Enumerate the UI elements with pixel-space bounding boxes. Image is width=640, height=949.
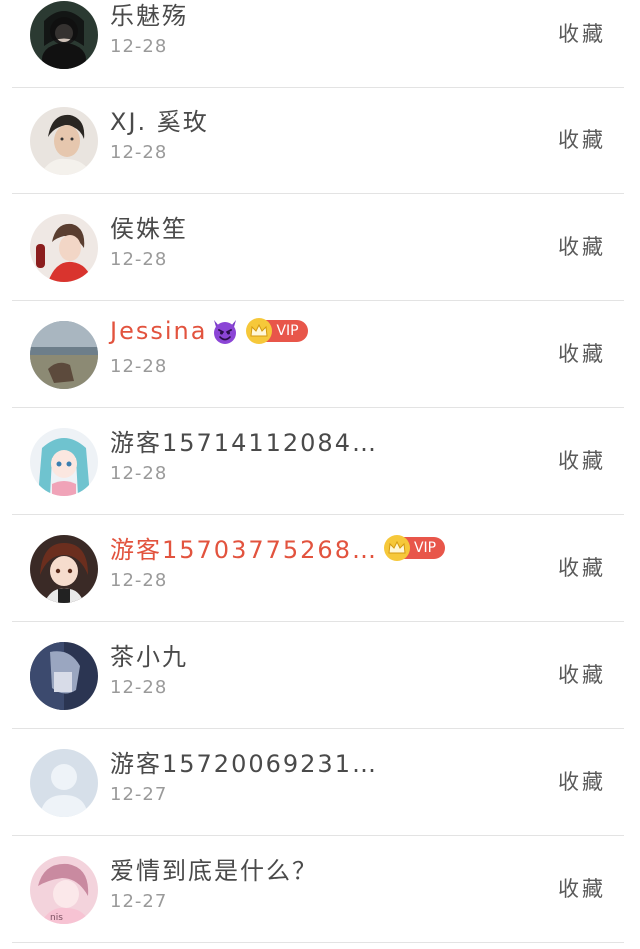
favorite-button[interactable]: 收藏 <box>558 873 606 903</box>
avatar[interactable] <box>30 107 98 175</box>
smiling-devil-icon <box>210 316 240 346</box>
date: 12-28 <box>110 142 168 163</box>
divider <box>12 942 624 943</box>
date: 12-28 <box>110 249 168 270</box>
user-name: 茶小九 <box>110 643 188 671</box>
avatar[interactable] <box>30 642 98 710</box>
favorite-button[interactable]: 收藏 <box>558 18 606 48</box>
divider <box>12 407 624 408</box>
avatar[interactable] <box>30 214 98 282</box>
list-item[interactable]: 游客15703775268… VIP 12-28 收藏 <box>0 516 640 622</box>
divider <box>12 835 624 836</box>
date: 12-27 <box>110 784 168 805</box>
date: 12-28 <box>110 36 168 57</box>
list-item[interactable]: 侯姝笙 12-28 收藏 <box>0 195 640 301</box>
user-name: 游客15720069231… <box>110 750 378 778</box>
user-name: Jessina VIP <box>110 316 308 346</box>
list-item[interactable]: 游客15714112084… 12-28 收藏 <box>0 409 640 515</box>
date: 12-28 <box>110 463 168 484</box>
user-name: XJ. 奚玫 <box>110 108 209 136</box>
user-name: 乐魅殇 <box>110 2 188 30</box>
list-item[interactable]: 游客15720069231… 12-27 收藏 <box>0 730 640 836</box>
favorite-button[interactable]: 收藏 <box>558 659 606 689</box>
avatar[interactable] <box>30 321 98 389</box>
list-item[interactable]: nis 爱情到底是什么？ 12-27 收藏 <box>0 837 640 943</box>
list-item[interactable]: XJ. 奚玫 12-28 收藏 <box>0 88 640 194</box>
avatar[interactable] <box>30 1 98 69</box>
divider <box>12 728 624 729</box>
avatar[interactable]: nis <box>30 856 98 924</box>
favorite-button[interactable]: 收藏 <box>558 124 606 154</box>
list-item[interactable]: 茶小九 12-28 收藏 <box>0 623 640 729</box>
avatar[interactable] <box>30 535 98 603</box>
vip-badge: VIP <box>246 318 308 344</box>
favorite-button[interactable]: 收藏 <box>558 766 606 796</box>
date: 12-28 <box>110 356 168 377</box>
crown-icon <box>383 534 410 561</box>
divider <box>12 193 624 194</box>
favorite-button[interactable]: 收藏 <box>558 445 606 475</box>
user-name: 爱情到底是什么？ <box>110 857 318 885</box>
user-name: 侯姝笙 <box>110 215 188 243</box>
svg-text:nis: nis <box>50 913 63 923</box>
user-name: 游客15703775268… VIP <box>110 530 446 565</box>
date: 12-28 <box>110 570 168 591</box>
collection-list: 乐魅殇 12-28 收藏 XJ. 奚玫 12-28 收藏 侯姝笙 12-28 收… <box>0 0 640 949</box>
divider <box>12 514 624 515</box>
date: 12-28 <box>110 677 168 698</box>
divider <box>12 621 624 622</box>
favorite-button[interactable]: 收藏 <box>558 231 606 261</box>
list-item[interactable]: 乐魅殇 12-28 收藏 <box>0 0 640 88</box>
favorite-button[interactable]: 收藏 <box>558 552 606 582</box>
avatar[interactable] <box>30 749 98 817</box>
avatar[interactable] <box>30 428 98 496</box>
vip-badge: VIP <box>383 534 446 561</box>
divider <box>12 300 624 301</box>
date: 12-27 <box>110 891 168 912</box>
favorite-button[interactable]: 收藏 <box>558 338 606 368</box>
user-name: 游客15714112084… <box>110 429 378 457</box>
list-item[interactable]: Jessina VIP 12-28 收藏 <box>0 302 640 408</box>
